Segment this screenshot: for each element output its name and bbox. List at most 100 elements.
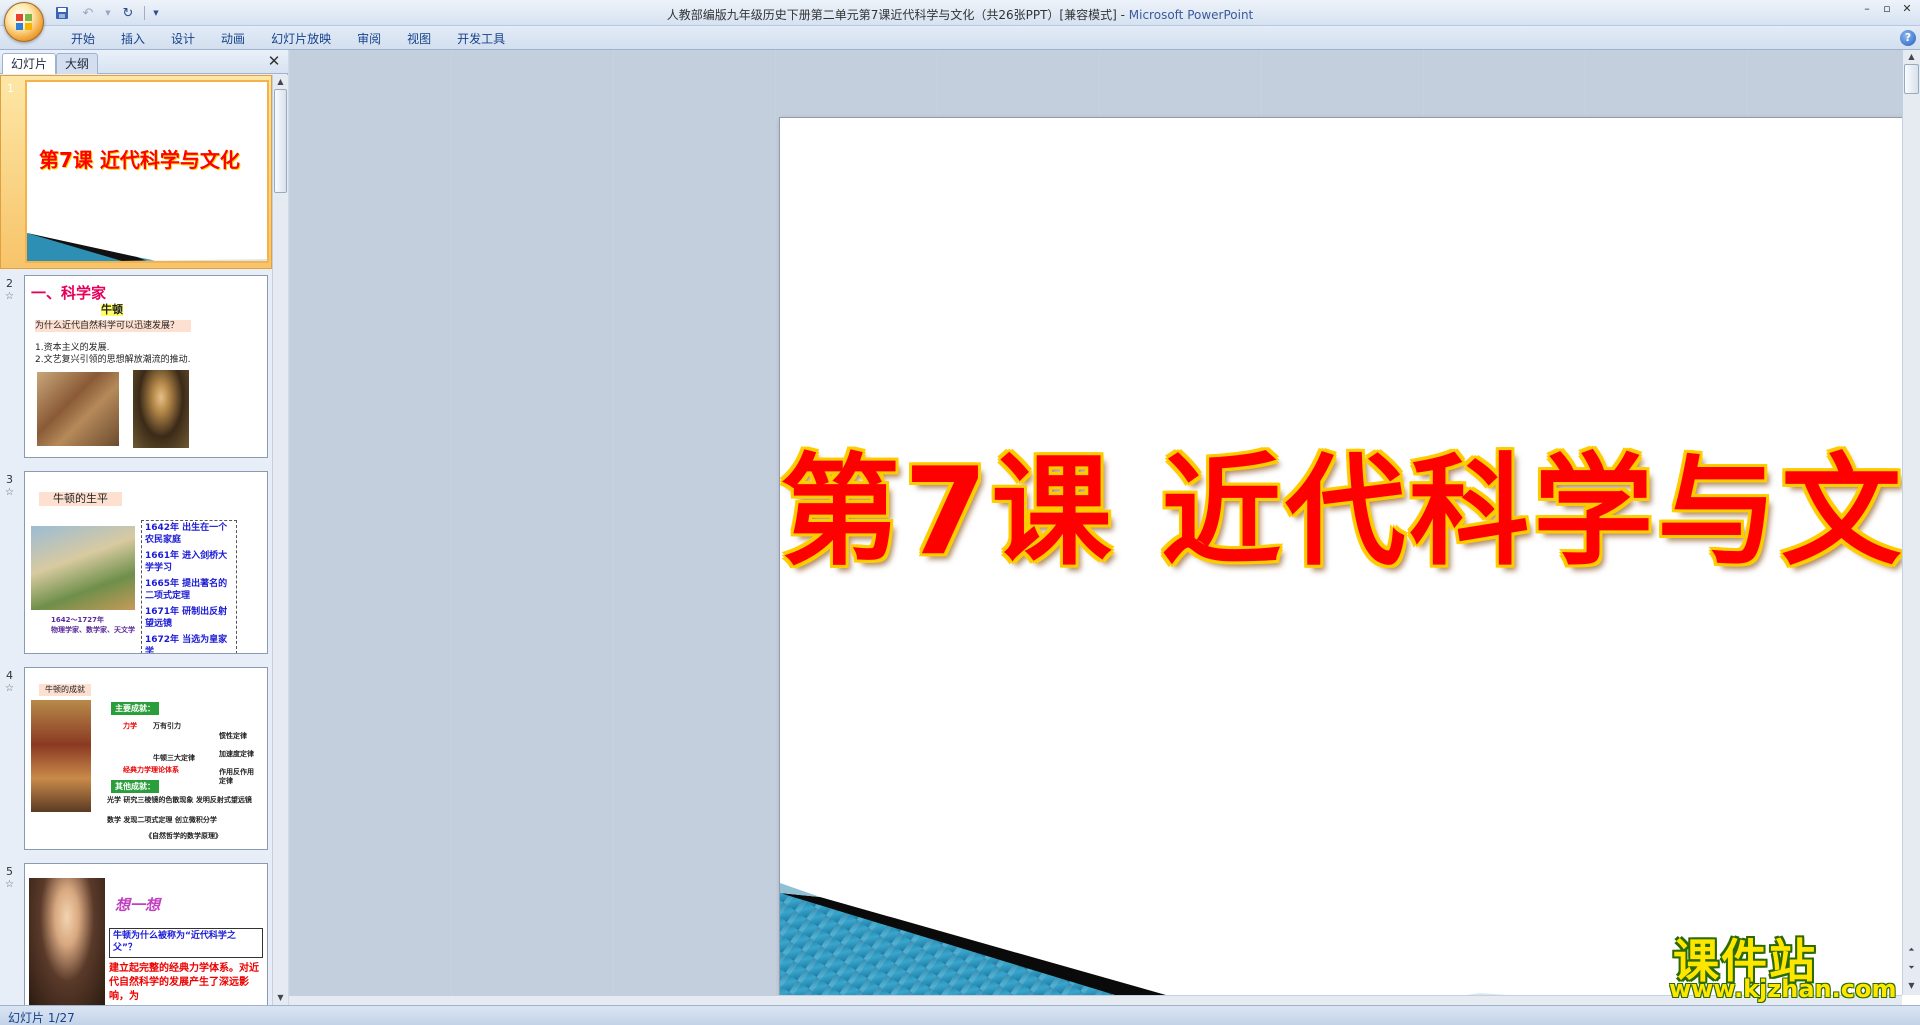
timeline-event-2: 1661年 进入剑桥大学学习 <box>145 551 228 573</box>
close-button[interactable]: ✕ <box>1898 2 1916 16</box>
thumbnail-number: 5 <box>6 865 13 878</box>
tab-slide-show[interactable]: 幻灯片放映 <box>258 30 344 48</box>
thumbnail-question: 为什么近代自然科学可以迅速发展？ <box>35 320 191 332</box>
animation-star-icon: ☆ <box>5 487 14 498</box>
scroll-up-icon[interactable]: ▲ <box>1903 50 1920 64</box>
tab-review[interactable]: 审阅 <box>344 30 394 48</box>
thumbnail-number: 3 <box>6 473 13 486</box>
tab-developer[interactable]: 开发工具 <box>444 30 518 48</box>
thumbnail-title: 第7课 近代科学与文化 <box>39 148 240 172</box>
help-icon[interactable]: ? <box>1900 30 1916 46</box>
timeline-event-5: 1672年 当选为皇家学 <box>145 635 228 654</box>
newton-portrait-image <box>29 878 105 1005</box>
achievement-subject: 力学 <box>123 722 137 730</box>
slides-pane: 幻灯片 大纲 ✕ 1 第7课 近代科学与文化 2 ☆ 一、科学家 牛顿 为什么近… <box>0 50 288 1005</box>
thumbnail-answer: 建立起完整的经典力学体系。对近代自然科学的发展产生了深远影响，为 <box>109 963 259 1002</box>
thumbnail-number: 4 <box>6 669 13 682</box>
thumbnail-slide-4[interactable]: 牛顿的成就 主要成就： 力学 万有引力 牛顿三大定律 经典力学理论体系 惯性定律… <box>24 667 268 850</box>
achievement-text: 万有引力 <box>153 722 181 730</box>
thumbnail-number: 1 <box>7 82 14 95</box>
slide-counter: 幻灯片 1/27 <box>8 1011 75 1025</box>
ribbon-tabs: 开始 插入 设计 动画 幻灯片放映 审阅 视图 开发工具 <box>58 30 518 48</box>
tab-animations[interactable]: 动画 <box>208 30 258 48</box>
minimize-button[interactable]: – <box>1858 2 1876 16</box>
achievement-line-1: 光学 研究三棱镜的色散现象 发明反射式望远镜 <box>107 796 252 804</box>
thumbnail-caption-1: 1642～1727年 <box>51 616 104 624</box>
previous-slide-icon[interactable]: ⏶ <box>1903 943 1920 957</box>
horizontal-scrollbar[interactable] <box>289 995 1902 1005</box>
tab-home[interactable]: 开始 <box>58 30 108 48</box>
law-item-2: 加速度定律 <box>219 750 254 758</box>
thumbnail-row-1[interactable]: 1 第7课 近代科学与文化 <box>0 75 272 269</box>
thumbnail-heading: 牛顿的成就 <box>39 684 91 696</box>
timeline-event-1: 1642年 出生在一个农民家庭 <box>145 523 228 545</box>
thumbnail-slide-3[interactable]: 牛顿的生平 1642～1727年 物理学家、数学家、天文学 1642年 出生在一… <box>24 471 268 654</box>
mona-lisa-image <box>133 370 189 448</box>
pane-scrollbar[interactable]: ▲ ▼ <box>272 75 288 1005</box>
editor-scrollbar[interactable]: ▲ ⏶ ⏷ ▼ <box>1902 50 1920 995</box>
thumbnail-point-2: 2.文艺复兴引领的思想解放潮流的推动. <box>35 355 191 365</box>
thumbnail-heading: 一、科学家 <box>31 284 107 302</box>
scrollbar-thumb[interactable] <box>274 89 287 193</box>
scroll-up-icon[interactable]: ▲ <box>273 75 288 89</box>
ribbon: 开始 插入 设计 动画 幻灯片放映 审阅 视图 开发工具 ? <box>0 26 1920 50</box>
next-slide-icon[interactable]: ⏷ <box>1903 961 1920 975</box>
office-logo-icon <box>16 14 32 30</box>
thumbnail-question: 牛顿为什么被称为“近代科学之父”？ <box>109 928 263 958</box>
system-label: 经典力学理论体系 <box>123 766 179 774</box>
pane-close-icon[interactable]: ✕ <box>266 53 282 69</box>
tab-outline[interactable]: 大纲 <box>56 53 99 74</box>
thumbnail-slide-5[interactable]: 想一想 牛顿为什么被称为“近代科学之父”？ 建立起完整的经典力学体系。对近代自然… <box>24 863 268 1005</box>
thumbnail-number: 2 <box>6 277 13 290</box>
pane-tabs: 幻灯片 大纲 ✕ <box>0 50 288 74</box>
app-name: Microsoft PowerPoint <box>1128 8 1254 22</box>
thumbnail-row-2[interactable]: 2 ☆ 一、科学家 牛顿 为什么近代自然科学可以迅速发展？ 1.资本主义的发展.… <box>0 271 272 465</box>
newton-portrait-image <box>31 700 91 812</box>
title-bar: ↶ ▼ ↻ ▼ 人教部编版九年级历史下册第二单元第7课近代科学与文化（共26张P… <box>0 0 1920 42</box>
slide-decoration-graphic <box>27 233 267 261</box>
title-separator: - <box>1116 8 1129 22</box>
law-item-1: 惯性定律 <box>219 732 247 740</box>
document-name: 人教部编版九年级历史下册第二单元第7课近代科学与文化（共26张PPT）[兼容模式… <box>666 8 1117 22</box>
thumbnail-row-3[interactable]: 3 ☆ 牛顿的生平 1642～1727年 物理学家、数学家、天文学 1642年 … <box>0 467 272 661</box>
renaissance-painting-image <box>37 372 119 446</box>
window-title: 人教部编版九年级历史下册第二单元第7课近代科学与文化（共26张PPT）[兼容模式… <box>0 6 1920 23</box>
current-slide[interactable]: 第7课 近代科学与文化 <box>779 117 1920 1025</box>
achievement-line-2: 数学 发现二项式定理 创立微积分学 <box>107 816 217 824</box>
slide-title[interactable]: 第7课 近代科学与文化 <box>780 414 1920 588</box>
animation-star-icon: ☆ <box>5 683 14 694</box>
maximize-button[interactable]: ▫ <box>1878 2 1896 16</box>
main-achievements-label: 主要成就： <box>111 702 159 715</box>
animation-star-icon: ☆ <box>5 291 14 302</box>
scroll-down-icon[interactable]: ▼ <box>1903 979 1920 993</box>
thumbnail-heading: 牛顿的生平 <box>39 492 122 506</box>
timeline-event-4: 1671年 研制出反射望远镜 <box>145 607 228 629</box>
law-item-3: 作用反作用定律 <box>219 768 254 785</box>
slide-editing-area: 第7课 近代科学与文化 <box>289 50 1920 1025</box>
scroll-down-icon[interactable]: ▼ <box>273 991 288 1005</box>
tab-insert[interactable]: 插入 <box>108 30 158 48</box>
other-achievements-label: 其他成就： <box>111 780 159 793</box>
newton-painting-image <box>31 526 135 610</box>
thumbnail-row-5[interactable]: 5 ☆ 想一想 牛顿为什么被称为“近代科学之父”？ 建立起完整的经典力学体系。对… <box>0 859 272 1005</box>
tab-slides[interactable]: 幻灯片 <box>2 53 57 74</box>
tab-view[interactable]: 视图 <box>394 30 444 48</box>
thumbnail-slide-2[interactable]: 一、科学家 牛顿 为什么近代自然科学可以迅速发展？ 1.资本主义的发展. 2.文… <box>24 275 268 458</box>
thumbnail-list: 1 第7课 近代科学与文化 2 ☆ 一、科学家 牛顿 为什么近代自然科学可以迅速… <box>0 75 272 1005</box>
thumbnail-slide-1[interactable]: 第7课 近代科学与文化 <box>25 80 269 263</box>
watermark-url: www.kjzhan.com <box>1669 975 1897 1003</box>
think-label: 想一想 <box>115 896 161 914</box>
scrollbar-thumb[interactable] <box>1904 64 1919 94</box>
laws-label: 牛顿三大定律 <box>153 754 195 762</box>
timeline-event-3: 1665年 提出著名的二项式定理 <box>145 579 228 601</box>
status-bar: 幻灯片 1/27 <box>0 1005 1920 1025</box>
thumbnail-point-1: 1.资本主义的发展. <box>35 343 110 353</box>
book-title: 《自然哲学的数学原理》 <box>145 832 222 840</box>
thumbnail-caption-2: 物理学家、数学家、天文学 <box>51 626 135 634</box>
tab-design[interactable]: 设计 <box>158 30 208 48</box>
office-button[interactable] <box>4 2 44 42</box>
thumbnail-row-4[interactable]: 4 ☆ 牛顿的成就 主要成就： 力学 万有引力 牛顿三大定律 经典力学理论体系 … <box>0 663 272 857</box>
animation-star-icon: ☆ <box>5 879 14 890</box>
thumbnail-label: 牛顿 <box>101 303 123 316</box>
site-watermark: 课件站 www.kjzhan.com <box>1665 925 1905 1005</box>
